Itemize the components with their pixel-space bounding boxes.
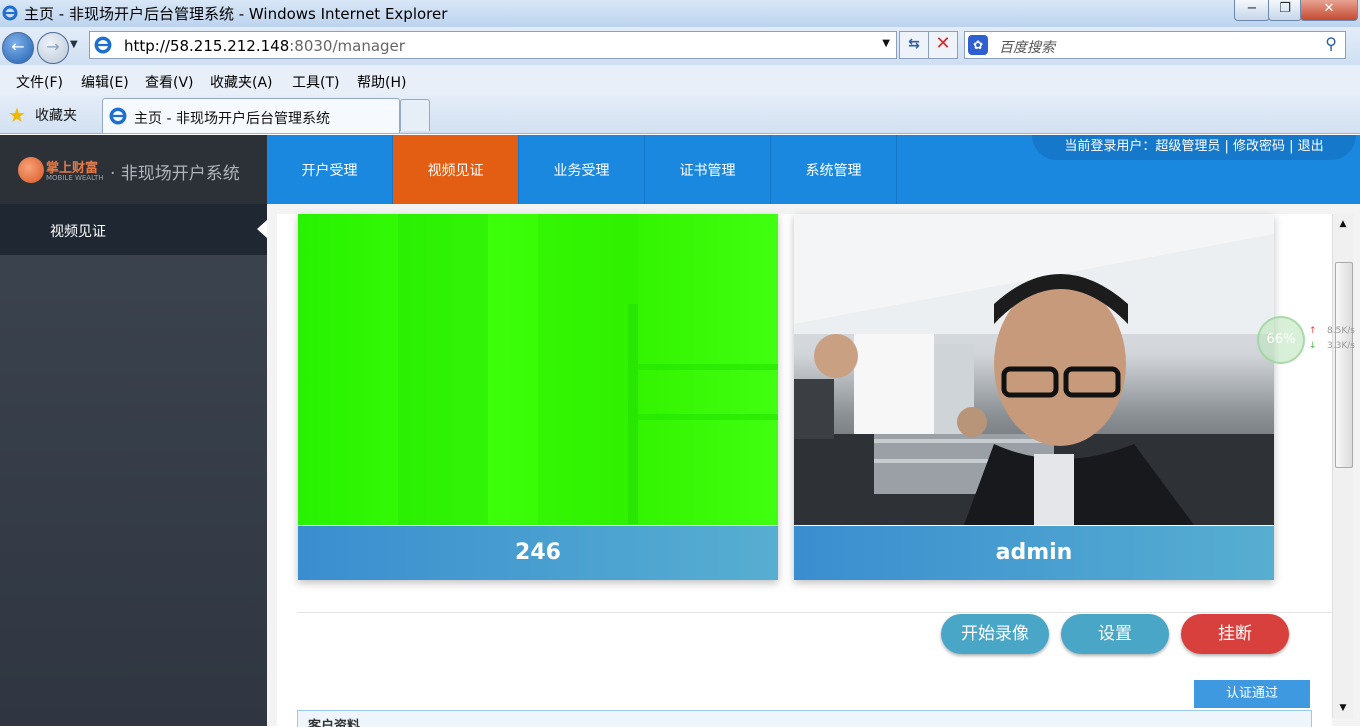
net-percent: 66% <box>1257 316 1305 364</box>
close-icon: ✕ <box>935 33 951 54</box>
star-icon[interactable]: ★ <box>8 103 26 127</box>
search-icon[interactable]: ⚲ <box>1325 34 1337 53</box>
local-video: admin <box>794 214 1274 580</box>
active-caret-icon <box>257 220 267 238</box>
video-caption-remote: 246 <box>298 526 778 580</box>
customer-info-header: 客户资料 <box>297 710 1312 727</box>
main-content: 246 admin 开始录像 设置 挂断 认证通过 客户资料 <box>267 204 1360 727</box>
scroll-thumb[interactable] <box>1335 262 1353 468</box>
menu-edit[interactable]: 编辑(E) <box>81 72 129 92</box>
video-feed-local <box>794 214 1274 525</box>
system-name: · 非现场开户系统 <box>110 164 240 184</box>
video-caption-local: admin <box>794 526 1274 580</box>
webcam-scene <box>794 214 1274 525</box>
brand-name-en: MOBILE WEALTH <box>46 174 104 182</box>
arrow-right-icon: → <box>46 37 60 56</box>
remote-video: 246 <box>298 214 778 580</box>
scroll-down-icon[interactable]: ▼ <box>1333 698 1353 718</box>
new-tab-button[interactable] <box>400 99 430 131</box>
maximize-button[interactable]: ❐ <box>1268 0 1302 21</box>
scroll-up-icon[interactable]: ▲ <box>1333 214 1353 234</box>
nav-certificates[interactable]: 证书管理 <box>645 135 771 204</box>
nav-system[interactable]: 系统管理 <box>771 135 897 204</box>
app-header: 掌上财富 MOBILE WEALTH · 非现场开户系统 开户受理 视频见证 业… <box>0 135 1360 204</box>
ie-page-icon <box>94 36 112 54</box>
divider <box>297 612 1332 613</box>
ie-tab-icon <box>109 107 127 125</box>
menu-favorites[interactable]: 收藏夹(A) <box>210 72 273 92</box>
window-title: 主页 - 非现场开户后台管理系统 - Windows Internet Expl… <box>24 5 448 23</box>
brand-logo-icon <box>18 157 44 183</box>
sidebar: 视频见证 <box>0 204 267 726</box>
address-input[interactable]: http://58.215.212.148:8030/manager ▼ <box>89 31 897 59</box>
search-input[interactable]: ✿ 百度搜索 ⚲ <box>964 31 1346 59</box>
sidebar-item-video-witness[interactable]: 视频见证 <box>0 204 267 255</box>
menu-tools[interactable]: 工具(T) <box>292 72 339 92</box>
page-scrollbar[interactable]: ▲ ▼ <box>1332 214 1353 718</box>
sidebar-item-label: 视频见证 <box>50 224 106 240</box>
refresh-button[interactable]: ⇆ <box>899 31 929 59</box>
stop-button[interactable]: ✕ <box>928 31 958 59</box>
logo: 掌上财富 MOBILE WEALTH · 非现场开户系统 <box>0 135 267 204</box>
start-record-button[interactable]: 开始录像 <box>941 614 1049 654</box>
verify-pass-button[interactable]: 认证通过 <box>1194 680 1310 708</box>
url-path: :8030/manager <box>289 37 405 55</box>
settings-button[interactable]: 设置 <box>1061 614 1169 654</box>
window-titlebar: 主页 - 非现场开户后台管理系统 - Windows Internet Expl… <box>0 0 1360 27</box>
favorites-bar: ★ 收藏夹 主页 - 非现场开户后台管理系统 <box>0 95 1360 134</box>
minimize-button[interactable]: − <box>1234 0 1270 21</box>
browser-tab[interactable]: 主页 - 非现场开户后台管理系统 <box>102 98 400 133</box>
url-text: http://58.215.212.148:8030/manager <box>124 37 405 55</box>
menu-help[interactable]: 帮助(H) <box>357 72 406 92</box>
address-toolbar: ← → ▼ http://58.215.212.148:8030/manager… <box>0 27 1360 65</box>
menu-bar: 文件(F) 编辑(E) 查看(V) 收藏夹(A) 工具(T) 帮助(H) <box>0 65 1360 96</box>
nav-account-open[interactable]: 开户受理 <box>267 135 393 204</box>
video-panel: 246 admin 开始录像 设置 挂断 认证通过 客户资料 <box>277 214 1332 727</box>
baidu-paw-icon: ✿ <box>968 35 988 55</box>
back-button[interactable]: ← <box>2 32 34 64</box>
nav-business[interactable]: 业务受理 <box>519 135 645 204</box>
upload-arrow-icon: ↑ <box>1309 326 1317 336</box>
video-feed-remote <box>298 214 778 525</box>
tab-title: 主页 - 非现场开户后台管理系统 <box>134 111 330 127</box>
history-dropdown-icon[interactable]: ▼ <box>70 39 78 50</box>
user-info[interactable]: 当前登录用户：超级管理员 | 修改密码 | 退出 <box>1032 135 1356 160</box>
menu-view[interactable]: 查看(V) <box>145 72 194 92</box>
network-speed-widget[interactable]: 66% ↑ 8.5K/s ↓ 3.3K/s <box>1257 316 1357 364</box>
url-host: http://58.215.212.148 <box>124 37 290 55</box>
hangup-button[interactable]: 挂断 <box>1181 614 1289 654</box>
download-arrow-icon: ↓ <box>1309 341 1317 351</box>
nav-video-witness[interactable]: 视频见证 <box>393 135 519 204</box>
arrow-left-icon: ← <box>11 37 25 56</box>
green-feed-pattern <box>398 214 778 525</box>
search-placeholder: 百度搜索 <box>999 40 1055 56</box>
favorites-button[interactable]: 收藏夹 <box>35 105 77 125</box>
ie-logo-icon <box>2 5 18 21</box>
download-speed: 3.3K/s <box>1327 341 1355 351</box>
refresh-icon: ⇆ <box>908 36 920 52</box>
address-dropdown-icon[interactable]: ▼ <box>882 38 890 49</box>
close-window-button[interactable]: ✕ <box>1300 0 1358 21</box>
forward-button[interactable]: → <box>37 32 69 64</box>
upload-speed: 8.5K/s <box>1327 326 1355 336</box>
menu-file[interactable]: 文件(F) <box>16 72 63 92</box>
customer-info-title: 客户资料 <box>308 719 361 727</box>
